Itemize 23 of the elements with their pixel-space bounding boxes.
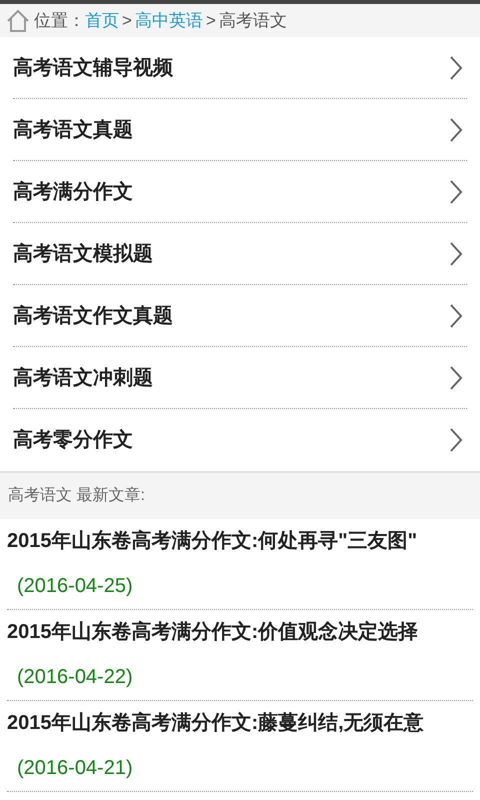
chevron-right-icon	[449, 54, 463, 80]
chevron-right-icon	[449, 302, 463, 328]
category-item[interactable]: 高考满分作文	[13, 161, 467, 223]
category-item[interactable]: 高考语文真题	[13, 99, 467, 161]
breadcrumb-separator: >	[206, 10, 216, 32]
breadcrumb-separator: >	[122, 10, 132, 32]
chevron-right-icon	[449, 364, 463, 390]
category-item[interactable]: 高考语文模拟题	[13, 223, 467, 285]
category-item[interactable]: 高考语文辅导视频	[13, 37, 467, 99]
location-label: 位置：	[34, 10, 85, 32]
chevron-right-icon	[449, 178, 463, 204]
article-item[interactable]: 2015年山东卷高考满分作文:何处再寻"三友图" (2016-04-25)	[7, 519, 473, 610]
article-item[interactable]: 2015年山东卷高考满分作文:藤蔓纠结,无须在意 (2016-04-21)	[7, 701, 473, 792]
article-item[interactable]: 2015年山东卷高考满分作文:价值观念决定选择 (2016-04-22)	[7, 610, 473, 701]
chevron-right-icon	[449, 427, 463, 453]
category-item[interactable]: 高考语文冲刺题	[13, 347, 467, 409]
section-title: 高考语文 最新文章:	[8, 486, 145, 506]
chevron-right-icon	[449, 116, 463, 142]
home-icon[interactable]	[6, 8, 30, 32]
chevron-right-icon	[449, 240, 463, 266]
category-item[interactable]: 高考语文作文真题	[13, 285, 467, 347]
breadcrumb-current: 高考语文	[218, 10, 287, 32]
category-item[interactable]: 高考零分作文	[13, 409, 467, 471]
